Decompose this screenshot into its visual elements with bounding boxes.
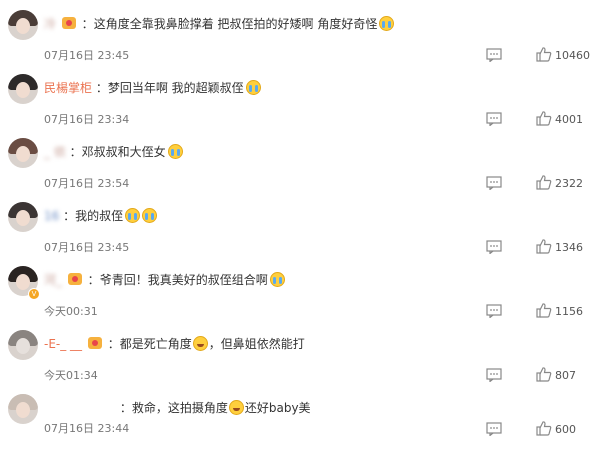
thumbs-up-icon[interactable]: [536, 46, 552, 62]
thumbs-up-icon[interactable]: [536, 420, 552, 436]
avatar[interactable]: [8, 138, 38, 168]
comment-text: 救命，这拍摄角度: [131, 401, 228, 415]
comment-item: 16 ：我的叔侄 07月16日 23:45 1346: [0, 202, 604, 264]
avatar[interactable]: [8, 202, 38, 232]
comment-item: 冷 ：这角度全靠我鼻脸撑着 把叔侄拍的好矮啊 角度好奇怪 07月16日 23:4…: [0, 10, 604, 72]
comment-time: 07月16日 23:54: [44, 177, 130, 190]
like-count: 2322: [555, 177, 583, 190]
thumbs-up-icon[interactable]: [536, 174, 552, 190]
comment-username[interactable]: 16: [44, 209, 59, 223]
comment-username[interactable]: -E-_ __: [44, 337, 82, 351]
comment-icon[interactable]: [486, 240, 502, 254]
fan-badge-icon: [87, 337, 102, 349]
thumbs-up-icon[interactable]: [536, 366, 552, 382]
like-count: 10460: [555, 49, 590, 62]
like-count: 1156: [555, 305, 583, 318]
comment-text: 我的叔侄: [75, 209, 124, 223]
crying-face-icon: [245, 80, 261, 95]
comment-item: V 河_ ：爷青回！我真美好的叔侄组合啊 今天00:31 1156: [0, 266, 604, 328]
crying-face-icon: [379, 16, 395, 31]
comment-item: _ 侬 ：邓叔叔和大侄女 07月16日 23:54 2322: [0, 138, 604, 200]
comment-time: 07月16日 23:45: [44, 241, 130, 254]
crying-face-icon: [269, 272, 285, 287]
fan-badge-icon: [61, 17, 76, 29]
thumbs-up-icon[interactable]: [536, 238, 552, 254]
comment-text: 梦回当年啊 我的超颖叔侄: [107, 81, 244, 95]
laughing-tears-icon: [192, 336, 208, 351]
thumbs-up-icon[interactable]: [536, 302, 552, 318]
crying-face-icon: [167, 144, 183, 159]
comment-item: ：救命，这拍摄角度 还好baby美 07月16日 23:44 600: [0, 394, 604, 456]
like-count: 1346: [555, 241, 583, 254]
like-count: 807: [555, 369, 576, 382]
comment-time: 今天00:31: [44, 305, 98, 318]
comment-icon[interactable]: [486, 422, 502, 436]
comment-item: 民楊掌柜 ：梦回当年啊 我的超颖叔侄 07月16日 23:34 4001: [0, 74, 604, 136]
avatar[interactable]: [8, 330, 38, 360]
comment-username[interactable]: 民楊掌柜: [44, 81, 92, 95]
comment-text: 都是死亡角度: [119, 337, 192, 351]
verified-badge-icon: V: [28, 288, 40, 300]
avatar[interactable]: [8, 394, 38, 424]
comment-icon[interactable]: [486, 176, 502, 190]
like-count: 4001: [555, 113, 583, 126]
comment-icon[interactable]: [486, 368, 502, 382]
comment-text: 还好baby美: [244, 401, 311, 415]
comment-text: 邓叔叔和大侄女: [81, 145, 166, 159]
comment-item: -E-_ __ ：都是死亡角度 ，但鼻姐依然能打 今天01:34 807: [0, 330, 604, 392]
thumbs-up-icon[interactable]: [536, 110, 552, 126]
comment-username[interactable]: 河_: [44, 273, 62, 287]
comment-username[interactable]: 冷: [44, 17, 56, 31]
comment-text: ，但鼻姐依然能打: [208, 337, 305, 351]
comment-icon[interactable]: [486, 304, 502, 318]
comment-time: 07月16日 23:44: [44, 422, 130, 435]
comment-time: 今天01:34: [44, 369, 98, 382]
avatar[interactable]: [8, 10, 38, 40]
fan-badge-icon: [67, 273, 82, 285]
comment-text: 这角度全靠我鼻脸撑着 把叔侄拍的好矮啊 角度好奇怪: [93, 17, 378, 31]
crying-face-icon: [142, 208, 158, 223]
comment-username[interactable]: _ 侬: [44, 145, 66, 159]
laughing-tears-icon: [228, 400, 244, 415]
comment-time: 07月16日 23:45: [44, 49, 130, 62]
crying-face-icon: [125, 208, 141, 223]
comment-time: 07月16日 23:34: [44, 113, 130, 126]
comment-icon[interactable]: [486, 48, 502, 62]
avatar[interactable]: [8, 74, 38, 104]
like-count: 600: [555, 423, 576, 436]
comment-icon[interactable]: [486, 112, 502, 126]
comment-text: 爷青回！我真美好的叔侄组合啊: [99, 273, 268, 287]
